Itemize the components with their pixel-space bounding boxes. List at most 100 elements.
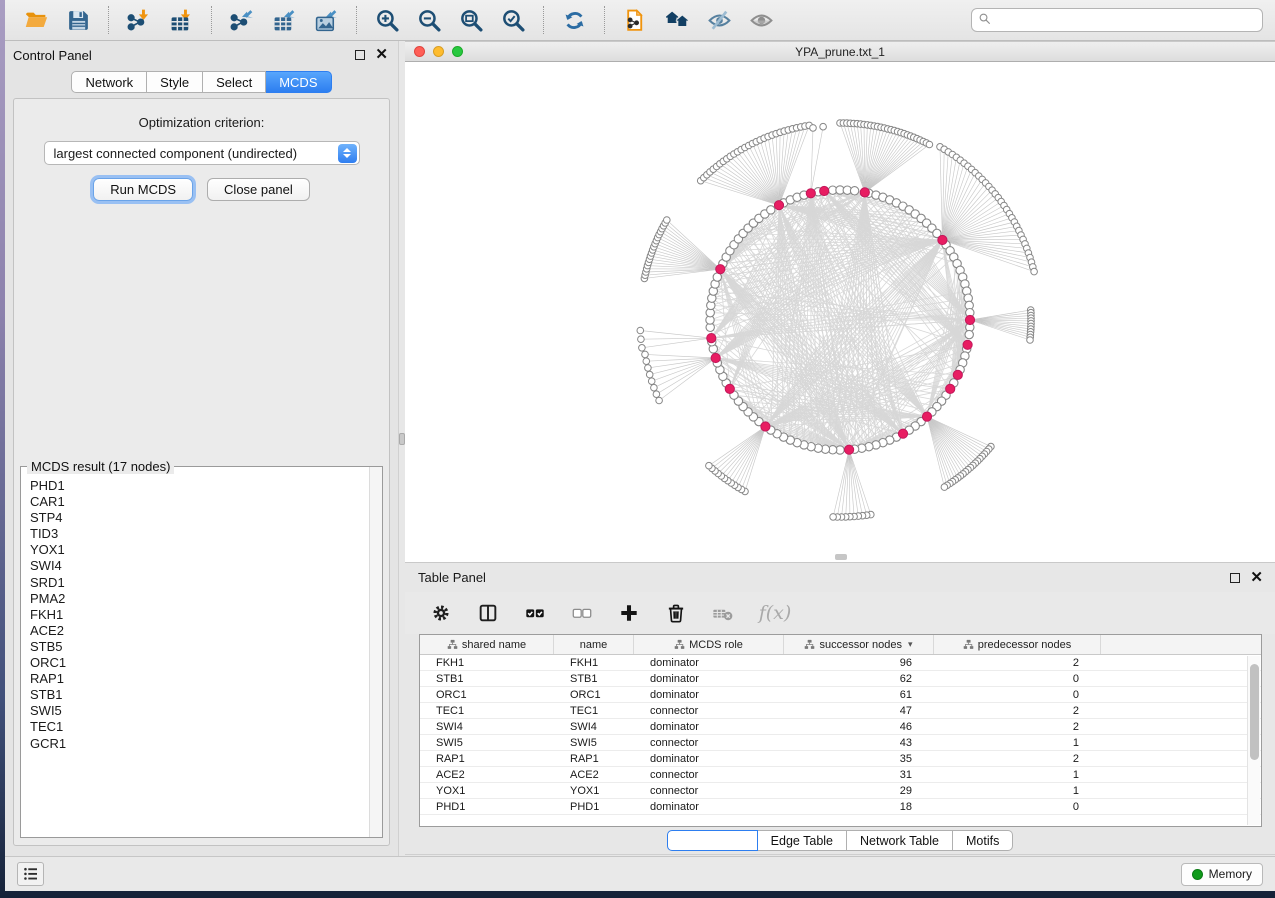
table-cell: 43 [784,737,934,749]
search-input[interactable] [996,13,1256,27]
mcds-result-item[interactable]: PHD1 [30,478,369,494]
zoom-in-icon[interactable] [372,5,402,35]
mcds-result-item[interactable]: FKH1 [30,607,369,623]
close-table-panel-icon[interactable]: ✕ [1250,573,1263,583]
settings-gear-icon[interactable] [429,601,453,625]
optimization-criterion-label: Optimization criterion: [14,115,389,130]
delete-table-icon [711,601,735,625]
mcds-result-item[interactable]: STB1 [30,687,369,703]
tab-network[interactable]: Network [71,71,147,93]
network-home-icon[interactable] [662,5,692,35]
tab-motifs[interactable]: Motifs [953,830,1013,851]
network-graph[interactable] [405,62,1275,563]
close-panel-button[interactable]: Close panel [207,178,310,201]
table-row[interactable]: ACE2ACE2connector311 [420,767,1261,783]
import-table-icon[interactable] [166,5,196,35]
optimization-criterion-select[interactable]: largest connected component (undirected) [44,141,360,165]
export-image-icon[interactable] [311,5,341,35]
table-row[interactable]: SWI4SWI4dominator462 [420,719,1261,735]
network-window-title: YPA_prune.txt_1 [405,45,1275,59]
table-row[interactable]: FKH1FKH1dominator962 [420,655,1261,671]
table-cell: TEC1 [554,705,634,717]
column-header-predecessor-nodes[interactable]: predecessor nodes [934,635,1101,654]
mcds-result-item[interactable]: YOX1 [30,542,369,558]
mcds-result-item[interactable]: ORC1 [30,655,369,671]
save-session-icon[interactable] [63,5,93,35]
mcds-result-item[interactable]: TEC1 [30,719,369,735]
mcds-panel: Optimization criterion: largest connecte… [13,98,390,846]
mcds-result-item[interactable]: SWI4 [30,558,369,574]
select-all-checkboxes-icon[interactable] [523,601,547,625]
table-row[interactable]: STB1STB1dominator620 [420,671,1261,687]
column-header-shared-name[interactable]: shared name [420,635,554,654]
tab-mcds[interactable]: MCDS [266,71,331,93]
table-tabs: Node TableEdge TableNetwork TableMotifs [405,827,1275,855]
select-stepper-icon [338,144,357,163]
application-window: Control Panel ✕ NetworkStyleSelectMCDS O… [5,0,1275,891]
table-cell: YOX1 [554,785,634,797]
export-network-icon[interactable] [227,5,257,35]
mcds-result-item[interactable]: CAR1 [30,494,369,510]
table-cell: 31 [784,769,934,781]
float-panel-icon[interactable] [355,50,365,60]
zoom-fit-icon[interactable] [456,5,486,35]
mcds-result-item[interactable]: SRD1 [30,575,369,591]
search-icon [978,12,992,29]
search-box[interactable] [971,8,1263,32]
column-header-MCDS-role[interactable]: MCDS role [634,635,784,654]
table-cell: 1 [934,785,1101,797]
table-cell: SWI4 [420,721,554,733]
table-row[interactable]: RAP1RAP1dominator352 [420,751,1261,767]
hide-graphics-details-icon[interactable] [704,5,734,35]
task-history-button[interactable] [17,862,44,886]
tab-network-table[interactable]: Network Table [847,830,953,851]
table-cell: 46 [784,721,934,733]
refresh-view-icon[interactable] [559,5,589,35]
table-row[interactable]: YOX1YOX1connector291 [420,783,1261,799]
table-scrollbar[interactable] [1247,656,1260,825]
export-table-icon[interactable] [269,5,299,35]
tab-node-table[interactable]: Node Table [667,830,758,851]
table-cell: RAP1 [554,753,634,765]
column-header-successor-nodes[interactable]: successor nodes▾ [784,635,934,654]
mcds-result-item[interactable]: STB5 [30,639,369,655]
panel-splitter[interactable] [398,41,405,856]
tab-edge-table[interactable]: Edge Table [758,830,847,851]
mcds-result-item[interactable]: ACE2 [30,623,369,639]
delete-column-icon[interactable] [664,601,688,625]
tab-style[interactable]: Style [147,71,203,93]
mcds-result-item[interactable]: PMA2 [30,591,369,607]
network-view-canvas[interactable] [405,62,1275,563]
table-row[interactable]: TEC1TEC1connector472 [420,703,1261,719]
main-toolbar [5,0,1275,41]
add-column-icon[interactable] [617,601,641,625]
tab-select[interactable]: Select [203,71,266,93]
mcds-result-item[interactable]: SWI5 [30,703,369,719]
mcds-result-item[interactable]: GCR1 [30,736,369,752]
network-hscroll-thumb[interactable] [835,554,847,560]
table-row[interactable]: PHD1PHD1dominator180 [420,799,1261,815]
status-bar: Memory [5,856,1275,891]
float-table-panel-icon[interactable] [1230,573,1240,583]
toolbar-separator [211,6,212,34]
mcds-result-item[interactable]: STP4 [30,510,369,526]
import-network-icon[interactable] [124,5,154,35]
toolbar-separator [356,6,357,34]
zoom-selected-icon[interactable] [498,5,528,35]
memory-button[interactable]: Memory [1181,863,1263,886]
run-mcds-button[interactable]: Run MCDS [93,178,193,201]
deselect-all-checkboxes-icon[interactable] [570,601,594,625]
mcds-result-item[interactable]: RAP1 [30,671,369,687]
zoom-out-icon[interactable] [414,5,444,35]
share-document-icon[interactable] [620,5,650,35]
split-panel-icon[interactable] [476,601,500,625]
show-graphics-details-icon[interactable] [746,5,776,35]
mcds-result-item[interactable]: TID3 [30,526,369,542]
close-panel-icon[interactable]: ✕ [375,50,388,60]
column-header-name[interactable]: name [554,635,634,654]
result-list-scrollbar[interactable] [369,467,382,837]
mcds-result-list[interactable]: PHD1CAR1STP4TID3YOX1SWI4SRD1PMA2FKH1ACE2… [21,467,369,837]
open-file-icon[interactable] [21,5,51,35]
table-row[interactable]: ORC1ORC1dominator610 [420,687,1261,703]
table-row[interactable]: SWI5SWI5connector431 [420,735,1261,751]
